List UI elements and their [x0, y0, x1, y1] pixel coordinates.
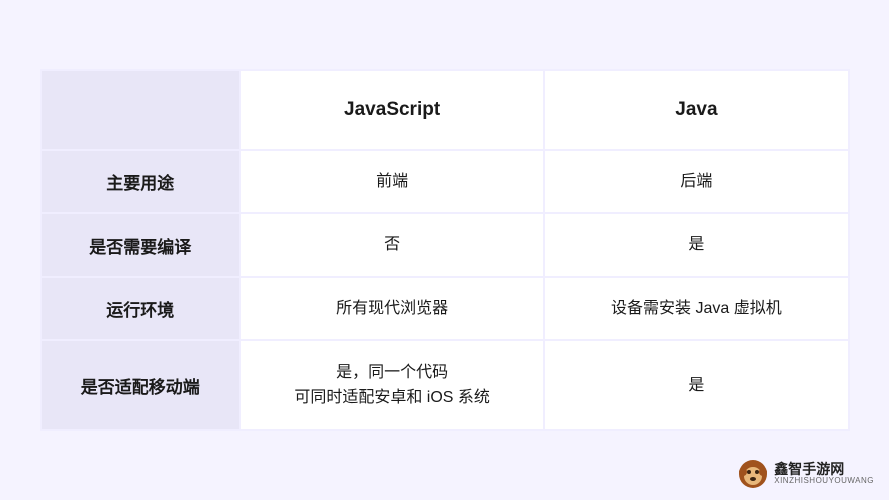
cell-java-usage: 后端: [544, 150, 848, 214]
table-header-row: JavaScript Java: [41, 70, 849, 150]
cell-java-runtime: 设备需安装 Java 虚拟机: [544, 277, 848, 341]
cell-js-runtime: 所有现代浏览器: [240, 277, 544, 341]
watermark-name-cn: 鑫智手游网: [774, 462, 874, 477]
comparison-table: JavaScript Java 主要用途 前端 后端 是否需要编译 否 是 运行…: [40, 69, 850, 432]
cell-js-usage: 前端: [240, 150, 544, 214]
row-header-mobile: 是否适配移动端: [41, 340, 240, 430]
monkey-logo-icon: [737, 458, 769, 490]
row-header-runtime: 运行环境: [41, 277, 240, 341]
watermark: 鑫智手游网 XINZHISHOUYOUWANG: [737, 458, 874, 490]
cell-js-compile: 否: [240, 213, 544, 277]
column-header-java: Java: [544, 70, 848, 150]
watermark-name-en: XINZHISHOUYOUWANG: [774, 477, 874, 486]
watermark-text: 鑫智手游网 XINZHISHOUYOUWANG: [774, 462, 874, 486]
cell-java-compile: 是: [544, 213, 848, 277]
table-row: 是否适配移动端 是，同一个代码可同时适配安卓和 iOS 系统 是: [41, 340, 849, 430]
row-header-compile: 是否需要编译: [41, 213, 240, 277]
table-row: 是否需要编译 否 是: [41, 213, 849, 277]
table-row: 运行环境 所有现代浏览器 设备需安装 Java 虚拟机: [41, 277, 849, 341]
table-row: 主要用途 前端 后端: [41, 150, 849, 214]
column-header-js: JavaScript: [240, 70, 544, 150]
corner-cell: [41, 70, 240, 150]
row-header-usage: 主要用途: [41, 150, 240, 214]
table: JavaScript Java 主要用途 前端 后端 是否需要编译 否 是 运行…: [40, 69, 850, 432]
cell-java-mobile: 是: [544, 340, 848, 430]
cell-js-mobile: 是，同一个代码可同时适配安卓和 iOS 系统: [240, 340, 544, 430]
